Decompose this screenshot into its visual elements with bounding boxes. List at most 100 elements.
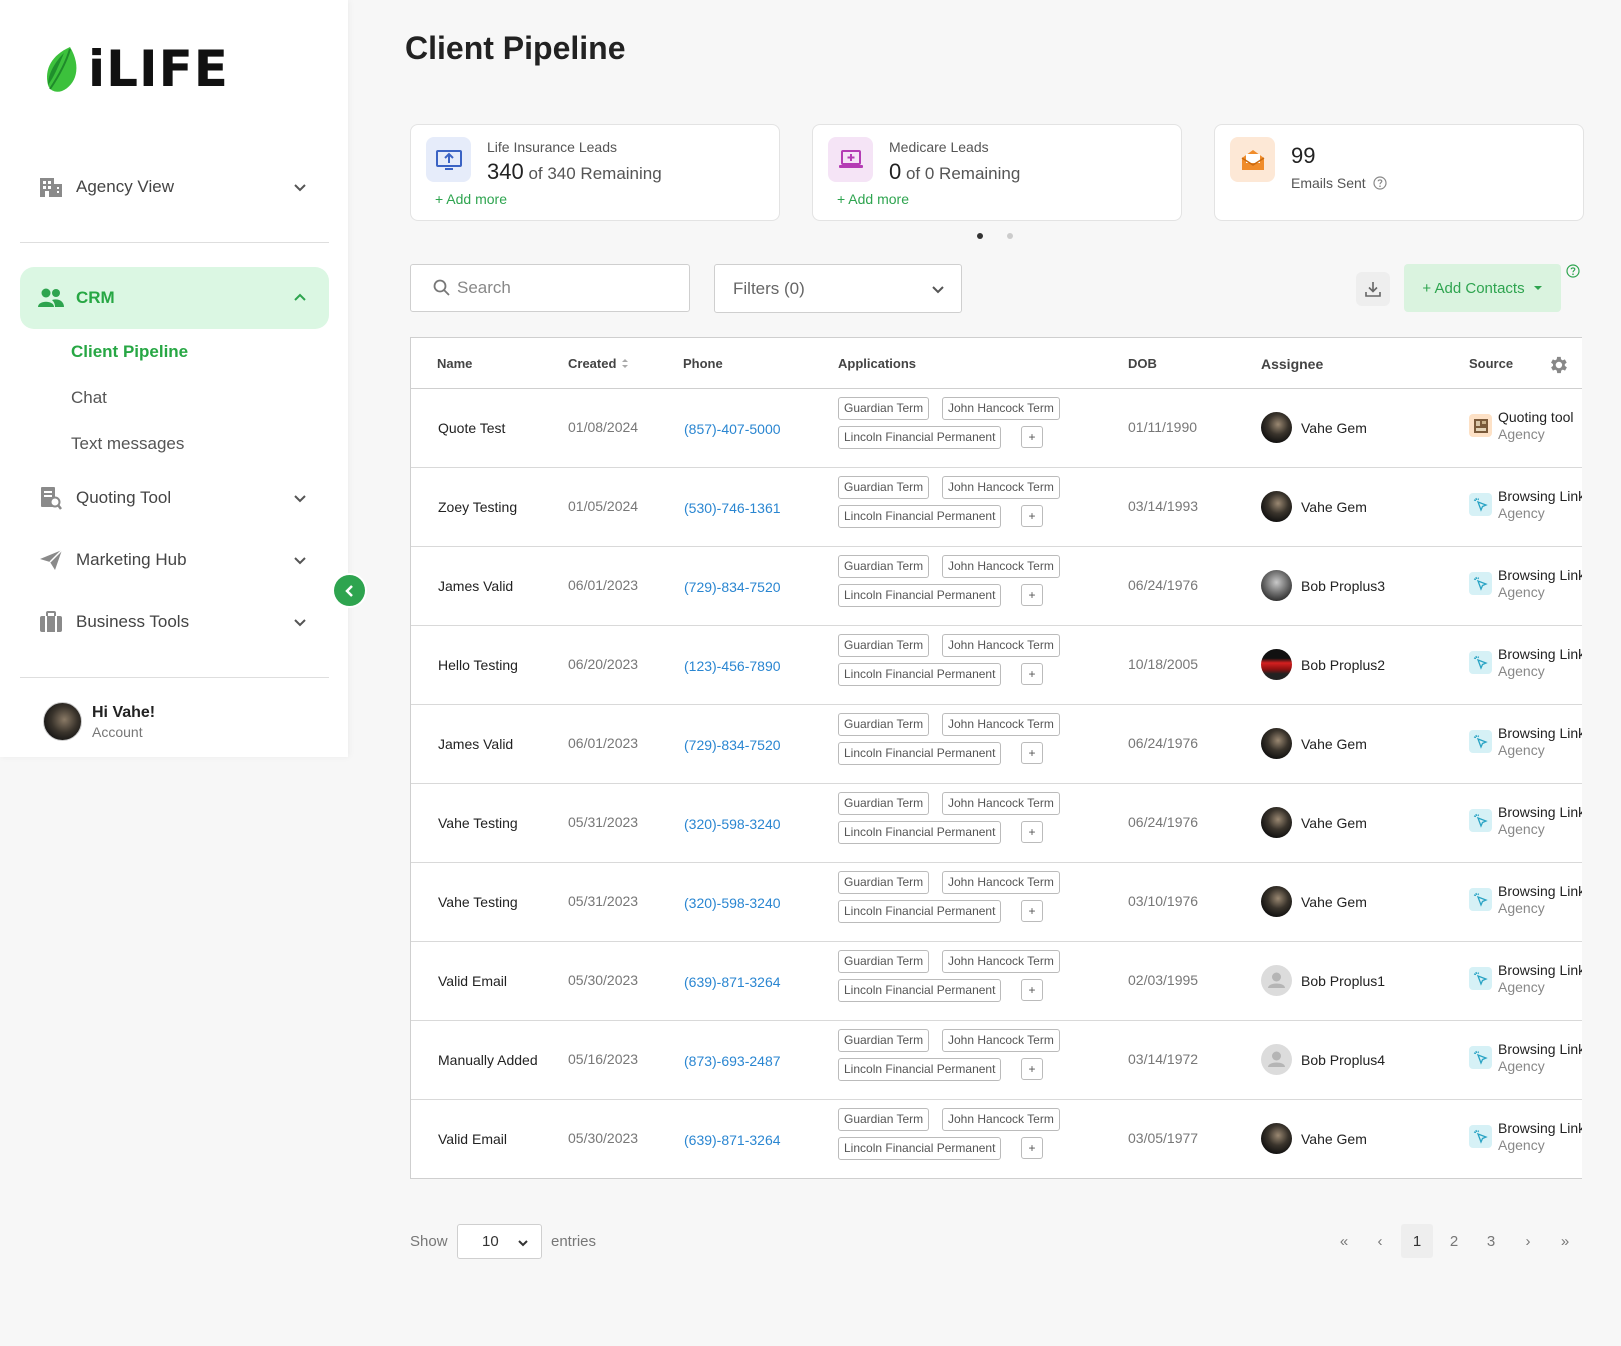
ilife-logo[interactable]: iLIFE: [42, 44, 229, 94]
assignee[interactable]: Vahe Gem: [1261, 491, 1367, 522]
phone-link[interactable]: (729)-834-7520: [684, 737, 781, 753]
phone-link[interactable]: (639)-871-3264: [684, 974, 781, 990]
application-tag[interactable]: Guardian Term: [838, 871, 930, 894]
contact-name[interactable]: Hello Testing: [438, 656, 548, 675]
contact-name[interactable]: Valid Email: [438, 1130, 548, 1149]
application-tag[interactable]: Guardian Term: [838, 792, 930, 815]
last-page-button[interactable]: »: [1549, 1224, 1581, 1258]
carousel-dot[interactable]: [1007, 233, 1013, 239]
application-tag[interactable]: John Hancock Term: [942, 713, 1060, 736]
application-tag[interactable]: John Hancock Term: [942, 634, 1060, 657]
page-button-1[interactable]: 1: [1401, 1224, 1433, 1258]
phone-link[interactable]: (639)-871-3264: [684, 1132, 781, 1148]
application-tag[interactable]: Guardian Term: [838, 397, 930, 420]
phone-link[interactable]: (320)-598-3240: [684, 895, 781, 911]
first-page-button[interactable]: «: [1328, 1224, 1360, 1258]
application-tag[interactable]: John Hancock Term: [942, 1029, 1060, 1052]
assignee[interactable]: Vahe Gem: [1261, 728, 1367, 759]
table-row[interactable]: Valid Email 05/30/2023 (639)-871-3264 Guard…: [411, 942, 1582, 1021]
contact-name[interactable]: Valid Email: [438, 972, 548, 991]
application-tag[interactable]: Lincoln Financial Permanent: [838, 1137, 1002, 1160]
assignee[interactable]: Vahe Gem: [1261, 1123, 1367, 1154]
add-application-button[interactable]: +: [1021, 742, 1043, 764]
application-tag[interactable]: John Hancock Term: [942, 397, 1060, 420]
carousel-dot[interactable]: [977, 233, 983, 239]
phone-link[interactable]: (857)-407-5000: [684, 421, 781, 437]
collapse-sidebar-button[interactable]: [334, 575, 365, 606]
application-tag[interactable]: Lincoln Financial Permanent: [838, 900, 1002, 923]
contact-name[interactable]: Vahe Testing: [438, 814, 548, 833]
assignee[interactable]: Bob Proplus3: [1261, 570, 1385, 601]
application-tag[interactable]: John Hancock Term: [942, 792, 1060, 815]
assignee[interactable]: Bob Proplus1: [1261, 965, 1385, 996]
application-tag[interactable]: Guardian Term: [838, 555, 930, 578]
column-header-name[interactable]: Name: [437, 356, 472, 371]
table-row[interactable]: James Valid 06/01/2023 (729)-834-7520 Guard…: [411, 547, 1582, 626]
download-button[interactable]: [1356, 272, 1390, 306]
sidebar-item-business-tools[interactable]: Business Tools: [20, 591, 329, 653]
table-row[interactable]: James Valid 06/01/2023 (729)-834-7520 Guard…: [411, 705, 1582, 784]
table-row[interactable]: Valid Email 05/30/2023 (639)-871-3264 Guard…: [411, 1100, 1582, 1178]
application-tag[interactable]: Guardian Term: [838, 476, 930, 499]
table-row[interactable]: Vahe Testing 05/31/2023 (320)-598-3240 Guar…: [411, 784, 1582, 863]
column-header-dob[interactable]: DOB: [1128, 356, 1157, 371]
table-row[interactable]: Hello Testing 06/20/2023 (123)-456-7890 Gua…: [411, 626, 1582, 705]
sidebar-sub-client-pipeline[interactable]: Client Pipeline: [71, 342, 188, 362]
application-tag[interactable]: John Hancock Term: [942, 871, 1060, 894]
contact-name[interactable]: Zoey Testing: [438, 498, 548, 517]
add-application-button[interactable]: +: [1021, 900, 1043, 922]
sidebar-sub-text-messages[interactable]: Text messages: [71, 434, 184, 454]
assignee[interactable]: Vahe Gem: [1261, 807, 1367, 838]
add-application-button[interactable]: +: [1021, 1137, 1043, 1159]
column-header-phone[interactable]: Phone: [683, 356, 723, 371]
assignee[interactable]: Vahe Gem: [1261, 412, 1367, 443]
page-size-select[interactable]: 10: [457, 1224, 542, 1259]
add-more-link[interactable]: + Add more: [435, 191, 507, 207]
contact-name[interactable]: James Valid: [438, 577, 548, 596]
application-tag[interactable]: John Hancock Term: [942, 950, 1060, 973]
application-tag[interactable]: Lincoln Financial Permanent: [838, 505, 1002, 528]
phone-link[interactable]: (530)-746-1361: [684, 500, 781, 516]
column-header-created[interactable]: Created: [568, 356, 629, 371]
column-header-source[interactable]: Source: [1469, 356, 1513, 371]
sidebar-item-quoting-tool[interactable]: Quoting Tool: [20, 467, 329, 529]
next-page-button[interactable]: ›: [1512, 1224, 1544, 1258]
contact-name[interactable]: Quote Test: [438, 419, 548, 438]
sidebar-item-crm[interactable]: CRM: [20, 267, 329, 329]
application-tag[interactable]: Lincoln Financial Permanent: [838, 1058, 1002, 1081]
table-row[interactable]: Vahe Testing 05/31/2023 (320)-598-3240 Guar…: [411, 863, 1582, 942]
application-tag[interactable]: Lincoln Financial Permanent: [838, 426, 1002, 449]
phone-link[interactable]: (873)-693-2487: [684, 1053, 781, 1069]
application-tag[interactable]: Guardian Term: [838, 713, 930, 736]
phone-link[interactable]: (123)-456-7890: [684, 658, 781, 674]
assignee[interactable]: Vahe Gem: [1261, 886, 1367, 917]
add-application-button[interactable]: +: [1021, 426, 1043, 448]
assignee[interactable]: Bob Proplus4: [1261, 1044, 1385, 1075]
application-tag[interactable]: Guardian Term: [838, 1108, 930, 1131]
table-row[interactable]: Quote Test 01/08/2024 (857)-407-5000 Guardi…: [411, 389, 1582, 468]
search-input[interactable]: Search: [410, 264, 690, 312]
help-icon[interactable]: [1566, 264, 1580, 278]
add-contacts-button[interactable]: + Add Contacts: [1404, 264, 1561, 312]
contact-name[interactable]: James Valid: [438, 735, 548, 754]
sidebar-item-agency-view[interactable]: Agency View: [20, 156, 329, 218]
assignee[interactable]: Bob Proplus2: [1261, 649, 1385, 680]
help-icon[interactable]: [1373, 176, 1387, 190]
add-application-button[interactable]: +: [1021, 584, 1043, 606]
application-tag[interactable]: Lincoln Financial Permanent: [838, 663, 1002, 686]
sidebar-item-marketing-hub[interactable]: Marketing Hub: [20, 529, 329, 591]
column-header-assignee[interactable]: Assignee: [1261, 356, 1323, 372]
table-row[interactable]: Zoey Testing 01/05/2024 (530)-746-1361 Guar…: [411, 468, 1582, 547]
application-tag[interactable]: John Hancock Term: [942, 555, 1060, 578]
application-tag[interactable]: Lincoln Financial Permanent: [838, 584, 1002, 607]
gear-icon[interactable]: [1547, 354, 1569, 376]
sidebar-sub-chat[interactable]: Chat: [71, 388, 107, 408]
filters-dropdown[interactable]: Filters (0): [714, 264, 962, 313]
user-account[interactable]: Hi Vahe! Account: [43, 702, 155, 741]
phone-link[interactable]: (320)-598-3240: [684, 816, 781, 832]
application-tag[interactable]: Lincoln Financial Permanent: [838, 821, 1002, 844]
application-tag[interactable]: John Hancock Term: [942, 476, 1060, 499]
page-button-3[interactable]: 3: [1475, 1224, 1507, 1258]
application-tag[interactable]: Lincoln Financial Permanent: [838, 979, 1002, 1002]
add-application-button[interactable]: +: [1021, 663, 1043, 685]
